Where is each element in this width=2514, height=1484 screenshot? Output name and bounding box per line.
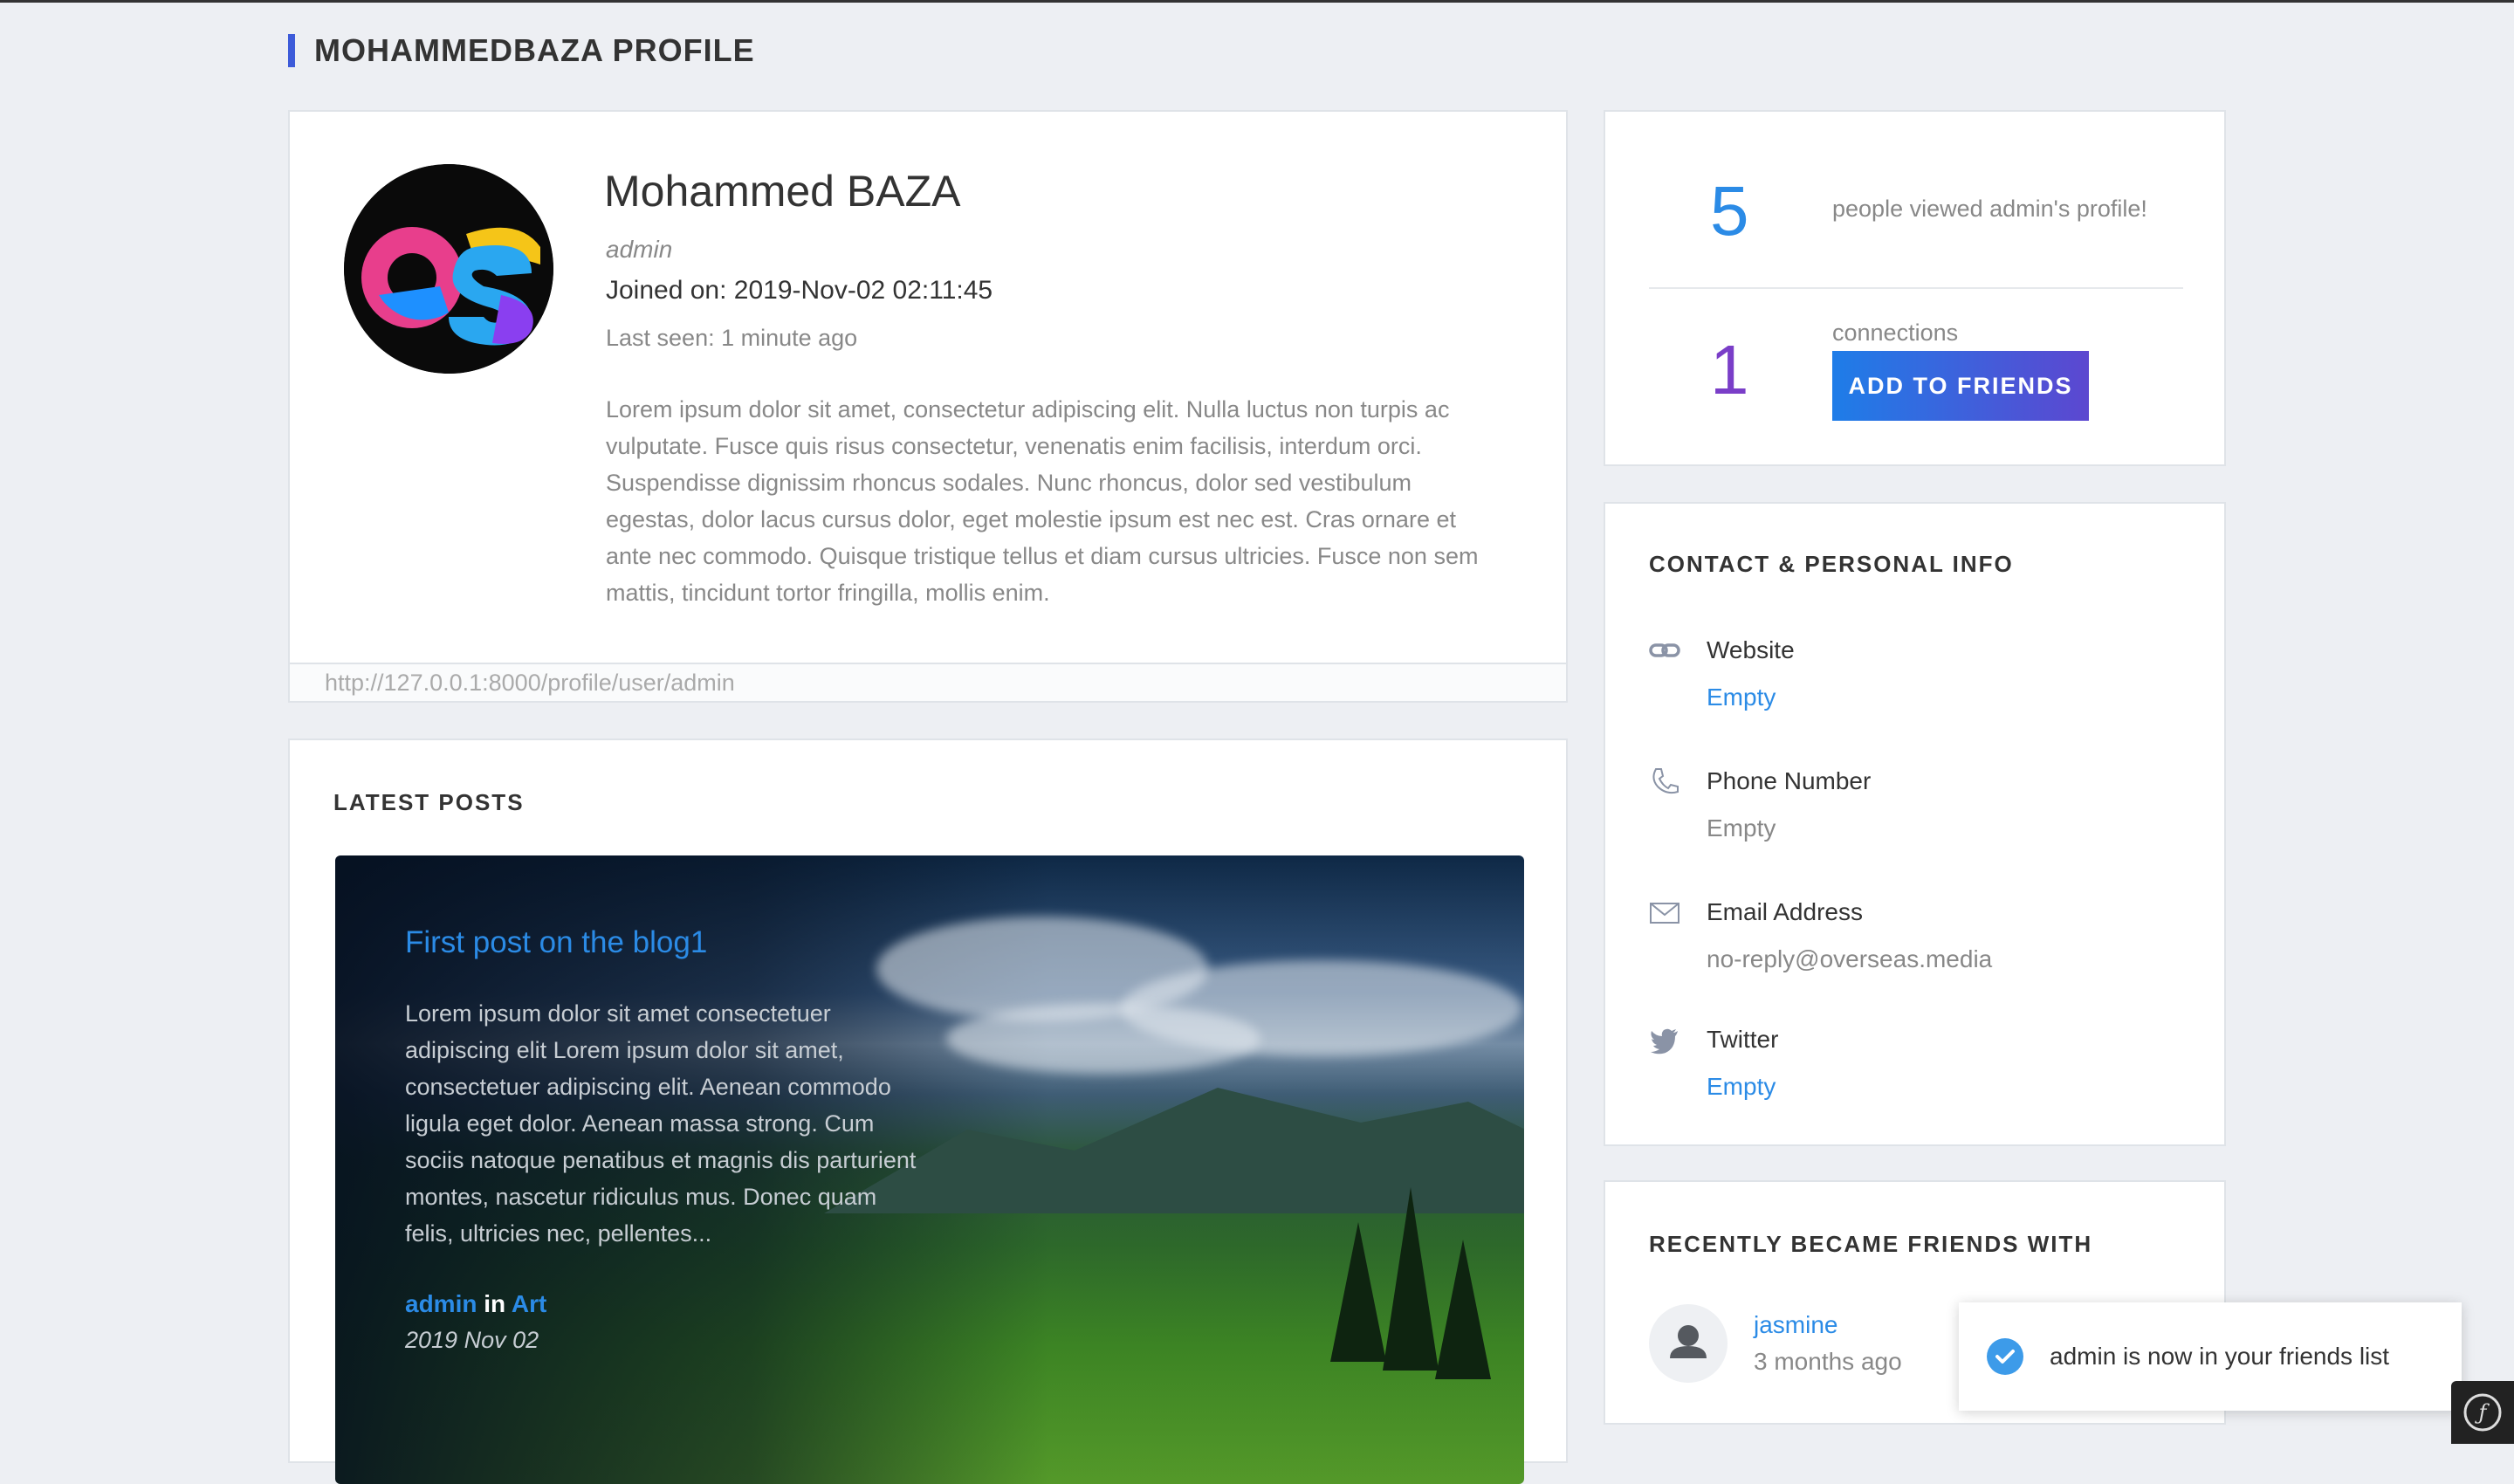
avatar[interactable]: [1649, 1304, 1728, 1383]
toast-message: admin is now in your friends list: [2050, 1343, 2390, 1370]
friends-heading: RECENTLY BECAME FRIENDS WITH: [1649, 1231, 2093, 1257]
contact-label: Website: [1707, 636, 1795, 663]
stats-divider: [1649, 287, 2183, 289]
profile-role: admin: [606, 236, 673, 263]
page-title-text: MOHAMMEDBAZA PROFILE: [314, 32, 755, 68]
symfony-logo-icon: ƒ: [2463, 1393, 2502, 1432]
views-label: people viewed admin's profile!: [1832, 196, 2147, 222]
contact-value[interactable]: no-reply@overseas.media: [1707, 945, 1992, 973]
profile-url[interactable]: http://127.0.0.1:8000/profile/user/admin: [290, 663, 1566, 701]
email-icon: [1650, 903, 1679, 924]
connections-label: connections: [1832, 319, 1959, 346]
phone-icon: [1652, 768, 1679, 794]
post-title[interactable]: First post on the blog1: [405, 925, 707, 960]
tree-shape: [1383, 1187, 1439, 1371]
post-date: 2019 Nov 02: [405, 1327, 539, 1353]
post-card[interactable]: First post on the blog1 Lorem ipsum dolo…: [335, 855, 1524, 1484]
post-category-link[interactable]: Art: [512, 1290, 546, 1317]
svg-text:ƒ: ƒ: [2475, 1400, 2490, 1425]
profile-name: Mohammed BAZA: [604, 167, 961, 216]
page-title: MOHAMMEDBAZA PROFILE: [288, 32, 755, 68]
latest-posts-card: LATEST POSTS First post on the blog1 Lor…: [288, 739, 1568, 1484]
link-icon: [1649, 643, 1680, 657]
contact-heading: CONTACT & PERSONAL INFO: [1649, 551, 2014, 577]
contact-label: Email Address: [1707, 898, 1863, 925]
contact-label: Twitter: [1707, 1026, 1779, 1053]
latest-posts-heading: LATEST POSTS: [333, 789, 525, 815]
check-circle-icon: [1987, 1338, 2023, 1375]
contact-label: Phone Number: [1707, 767, 1872, 794]
tree-shape: [1330, 1222, 1386, 1362]
title-accent-bar: [288, 34, 295, 67]
post-meta: admin in Art: [405, 1290, 546, 1318]
user-icon: [1670, 1325, 1707, 1358]
cloud-shape: [946, 1004, 1260, 1074]
avatar-logo: [344, 164, 553, 374]
profile-bio: Lorem ipsum dolor sit amet, consectetur …: [606, 396, 1479, 606]
twitter-icon: [1651, 1028, 1678, 1055]
profile-last-seen: Last seen: 1 minute ago: [606, 325, 858, 351]
post-author-link[interactable]: admin: [405, 1290, 477, 1317]
contact-info-card: CONTACT & PERSONAL INFO Website Empty Ph…: [1604, 502, 2226, 1146]
toast-notification[interactable]: admin is now in your friends list: [1959, 1302, 2462, 1411]
profile-joined: Joined on: 2019-Nov-02 02:11:45: [606, 276, 993, 305]
friend-time: 3 months ago: [1754, 1348, 1902, 1375]
add-to-friends-button[interactable]: ADD TO FRIENDS: [1832, 351, 2089, 421]
post-meta-in: in: [484, 1290, 506, 1317]
os-logo-icon: [344, 164, 553, 374]
stats-card: 5 people viewed admin's profile! 1 conne…: [1604, 110, 2226, 466]
friend-name[interactable]: jasmine: [1754, 1311, 1837, 1339]
contact-value: Empty: [1707, 814, 1776, 842]
symfony-toolbar-toggle[interactable]: ƒ: [2451, 1381, 2514, 1444]
contact-value[interactable]: Empty: [1707, 1073, 1776, 1101]
post-excerpt: Lorem ipsum dolor sit amet consectetuer …: [405, 1000, 917, 1247]
connections-count: 1: [1710, 331, 1749, 409]
views-count: 5: [1710, 172, 1749, 250]
tree-shape: [1435, 1240, 1491, 1379]
profile-card: Mohammed BAZA admin Joined on: 2019-Nov-…: [288, 110, 1568, 703]
contact-value[interactable]: Empty: [1707, 684, 1776, 711]
top-border: [0, 0, 2514, 3]
